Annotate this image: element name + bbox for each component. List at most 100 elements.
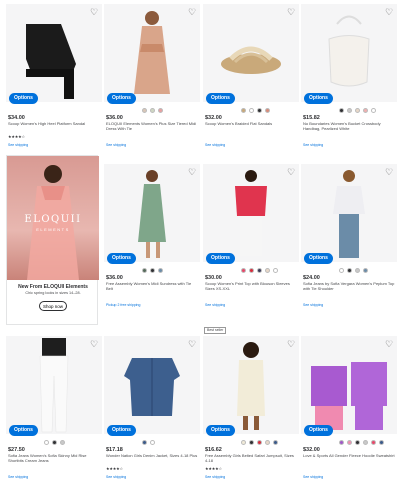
options-button[interactable]: Options xyxy=(304,425,333,436)
color-swatch[interactable] xyxy=(379,440,384,445)
color-swatch[interactable] xyxy=(339,268,344,273)
color-swatch[interactable] xyxy=(265,108,270,113)
shop-now-button[interactable]: Shop now xyxy=(39,301,67,311)
product-image[interactable] xyxy=(6,336,102,434)
color-swatch[interactable] xyxy=(265,268,270,273)
color-swatches[interactable] xyxy=(339,268,368,273)
options-button[interactable]: Options xyxy=(206,93,235,104)
color-swatch[interactable] xyxy=(142,440,147,445)
color-swatch[interactable] xyxy=(363,268,368,273)
color-swatch[interactable] xyxy=(241,440,246,445)
color-swatch[interactable] xyxy=(60,440,65,445)
color-swatch[interactable] xyxy=(265,440,270,445)
color-swatches[interactable] xyxy=(142,108,163,113)
product-title[interactable]: Love & Sports All Gender Fleece Hoodie S… xyxy=(303,453,395,458)
color-swatch[interactable] xyxy=(347,108,352,113)
product-title[interactable]: Free Assembly Women's Midi Sundress with… xyxy=(106,281,198,291)
product-image[interactable] xyxy=(301,336,397,434)
color-swatch[interactable] xyxy=(249,268,254,273)
product-title[interactable]: Sofia Jeans Women's Sofia Skinny Mid Ris… xyxy=(8,453,100,463)
product-image[interactable] xyxy=(203,336,299,434)
shipping-info: See shipping xyxy=(106,143,127,147)
heart-icon[interactable]: ♡ xyxy=(384,7,394,17)
color-swatch[interactable] xyxy=(347,440,352,445)
color-swatch[interactable] xyxy=(257,440,262,445)
promo-description: Chic spring looks in sizes 14–28. xyxy=(25,291,81,295)
product-title[interactable]: Wonder Nation Girls Denim Jacket, Sizes … xyxy=(106,453,198,458)
color-swatch[interactable] xyxy=(158,108,163,113)
options-button[interactable]: Options xyxy=(304,93,333,104)
heart-icon[interactable]: ♡ xyxy=(286,339,296,349)
product-title[interactable]: ELOQUII Elements Women's Plus Size Tiere… xyxy=(106,121,198,131)
color-swatch[interactable] xyxy=(44,440,49,445)
options-button[interactable]: Options xyxy=(107,93,136,104)
color-swatch[interactable] xyxy=(150,108,155,113)
product-image[interactable] xyxy=(301,4,397,102)
heart-icon[interactable]: ♡ xyxy=(286,7,296,17)
product-image[interactable] xyxy=(104,164,200,262)
product-title[interactable]: Scoop Women's Braided Flat Sandals xyxy=(205,121,297,126)
color-swatch[interactable] xyxy=(355,108,360,113)
color-swatch[interactable] xyxy=(150,440,155,445)
color-swatch[interactable] xyxy=(339,440,344,445)
product-image[interactable] xyxy=(104,4,200,102)
product-image[interactable] xyxy=(6,4,102,102)
color-swatches[interactable] xyxy=(339,440,384,445)
options-button[interactable]: Options xyxy=(206,425,235,436)
color-swatches[interactable] xyxy=(142,268,163,273)
product-image[interactable] xyxy=(203,4,299,102)
heart-icon[interactable]: ♡ xyxy=(89,7,99,17)
options-button[interactable]: Options xyxy=(304,253,333,264)
heart-icon[interactable]: ♡ xyxy=(187,167,197,177)
product-image[interactable] xyxy=(203,164,299,262)
heart-icon[interactable]: ♡ xyxy=(384,339,394,349)
options-button[interactable]: Options xyxy=(107,253,136,264)
product-image[interactable] xyxy=(104,336,200,434)
options-button[interactable]: Options xyxy=(206,253,235,264)
rating-stars: ★★★★☆ xyxy=(106,466,123,471)
color-swatches[interactable] xyxy=(241,440,278,445)
color-swatch[interactable] xyxy=(363,440,368,445)
color-swatch[interactable] xyxy=(249,440,254,445)
options-button[interactable]: Options xyxy=(9,93,38,104)
color-swatch[interactable] xyxy=(257,108,262,113)
product-title[interactable]: Scoop Women's High Heel Platform Sandal xyxy=(8,121,100,126)
color-swatches[interactable] xyxy=(339,108,376,113)
product-image[interactable] xyxy=(301,164,397,262)
color-swatches[interactable] xyxy=(44,440,65,445)
color-swatches[interactable] xyxy=(241,108,270,113)
color-swatch[interactable] xyxy=(273,440,278,445)
color-swatch[interactable] xyxy=(241,108,246,113)
safari-jumpsuit-model-image xyxy=(237,342,265,430)
color-swatches[interactable] xyxy=(142,440,155,445)
product-title[interactable]: No Boundaries Women's Bucket Crossbody H… xyxy=(303,121,395,131)
product-title[interactable]: Scoop Women's Print Top with Blouson Sle… xyxy=(205,281,297,291)
color-swatch[interactable] xyxy=(371,440,376,445)
color-swatch[interactable] xyxy=(241,268,246,273)
options-button[interactable]: Options xyxy=(107,425,136,436)
product-title[interactable]: Sofia Jeans by Sofia Vergara Women's Pep… xyxy=(303,281,395,291)
color-swatch[interactable] xyxy=(355,268,360,273)
color-swatch[interactable] xyxy=(142,108,147,113)
options-button[interactable]: Options xyxy=(9,425,38,436)
color-swatch[interactable] xyxy=(371,108,376,113)
color-swatch[interactable] xyxy=(347,268,352,273)
color-swatch[interactable] xyxy=(273,268,278,273)
color-swatch[interactable] xyxy=(150,268,155,273)
heart-icon[interactable]: ♡ xyxy=(187,7,197,17)
color-swatch[interactable] xyxy=(142,268,147,273)
color-swatch[interactable] xyxy=(339,108,344,113)
heart-icon[interactable]: ♡ xyxy=(187,339,197,349)
heart-icon[interactable]: ♡ xyxy=(286,167,296,177)
color-swatch[interactable] xyxy=(257,268,262,273)
product-title[interactable]: Free Assembly Girls Belted Safari Jumpsu… xyxy=(205,453,297,463)
color-swatches[interactable] xyxy=(241,268,278,273)
heart-icon[interactable]: ♡ xyxy=(89,339,99,349)
color-swatch[interactable] xyxy=(249,108,254,113)
color-swatch[interactable] xyxy=(52,440,57,445)
heart-icon[interactable]: ♡ xyxy=(384,167,394,177)
color-swatch[interactable] xyxy=(355,440,360,445)
color-swatch[interactable] xyxy=(158,268,163,273)
color-swatch[interactable] xyxy=(363,108,368,113)
promo-card-eloquii[interactable]: ELOQUII ELEMENTS New From ELOQUII Elemen… xyxy=(6,155,99,325)
